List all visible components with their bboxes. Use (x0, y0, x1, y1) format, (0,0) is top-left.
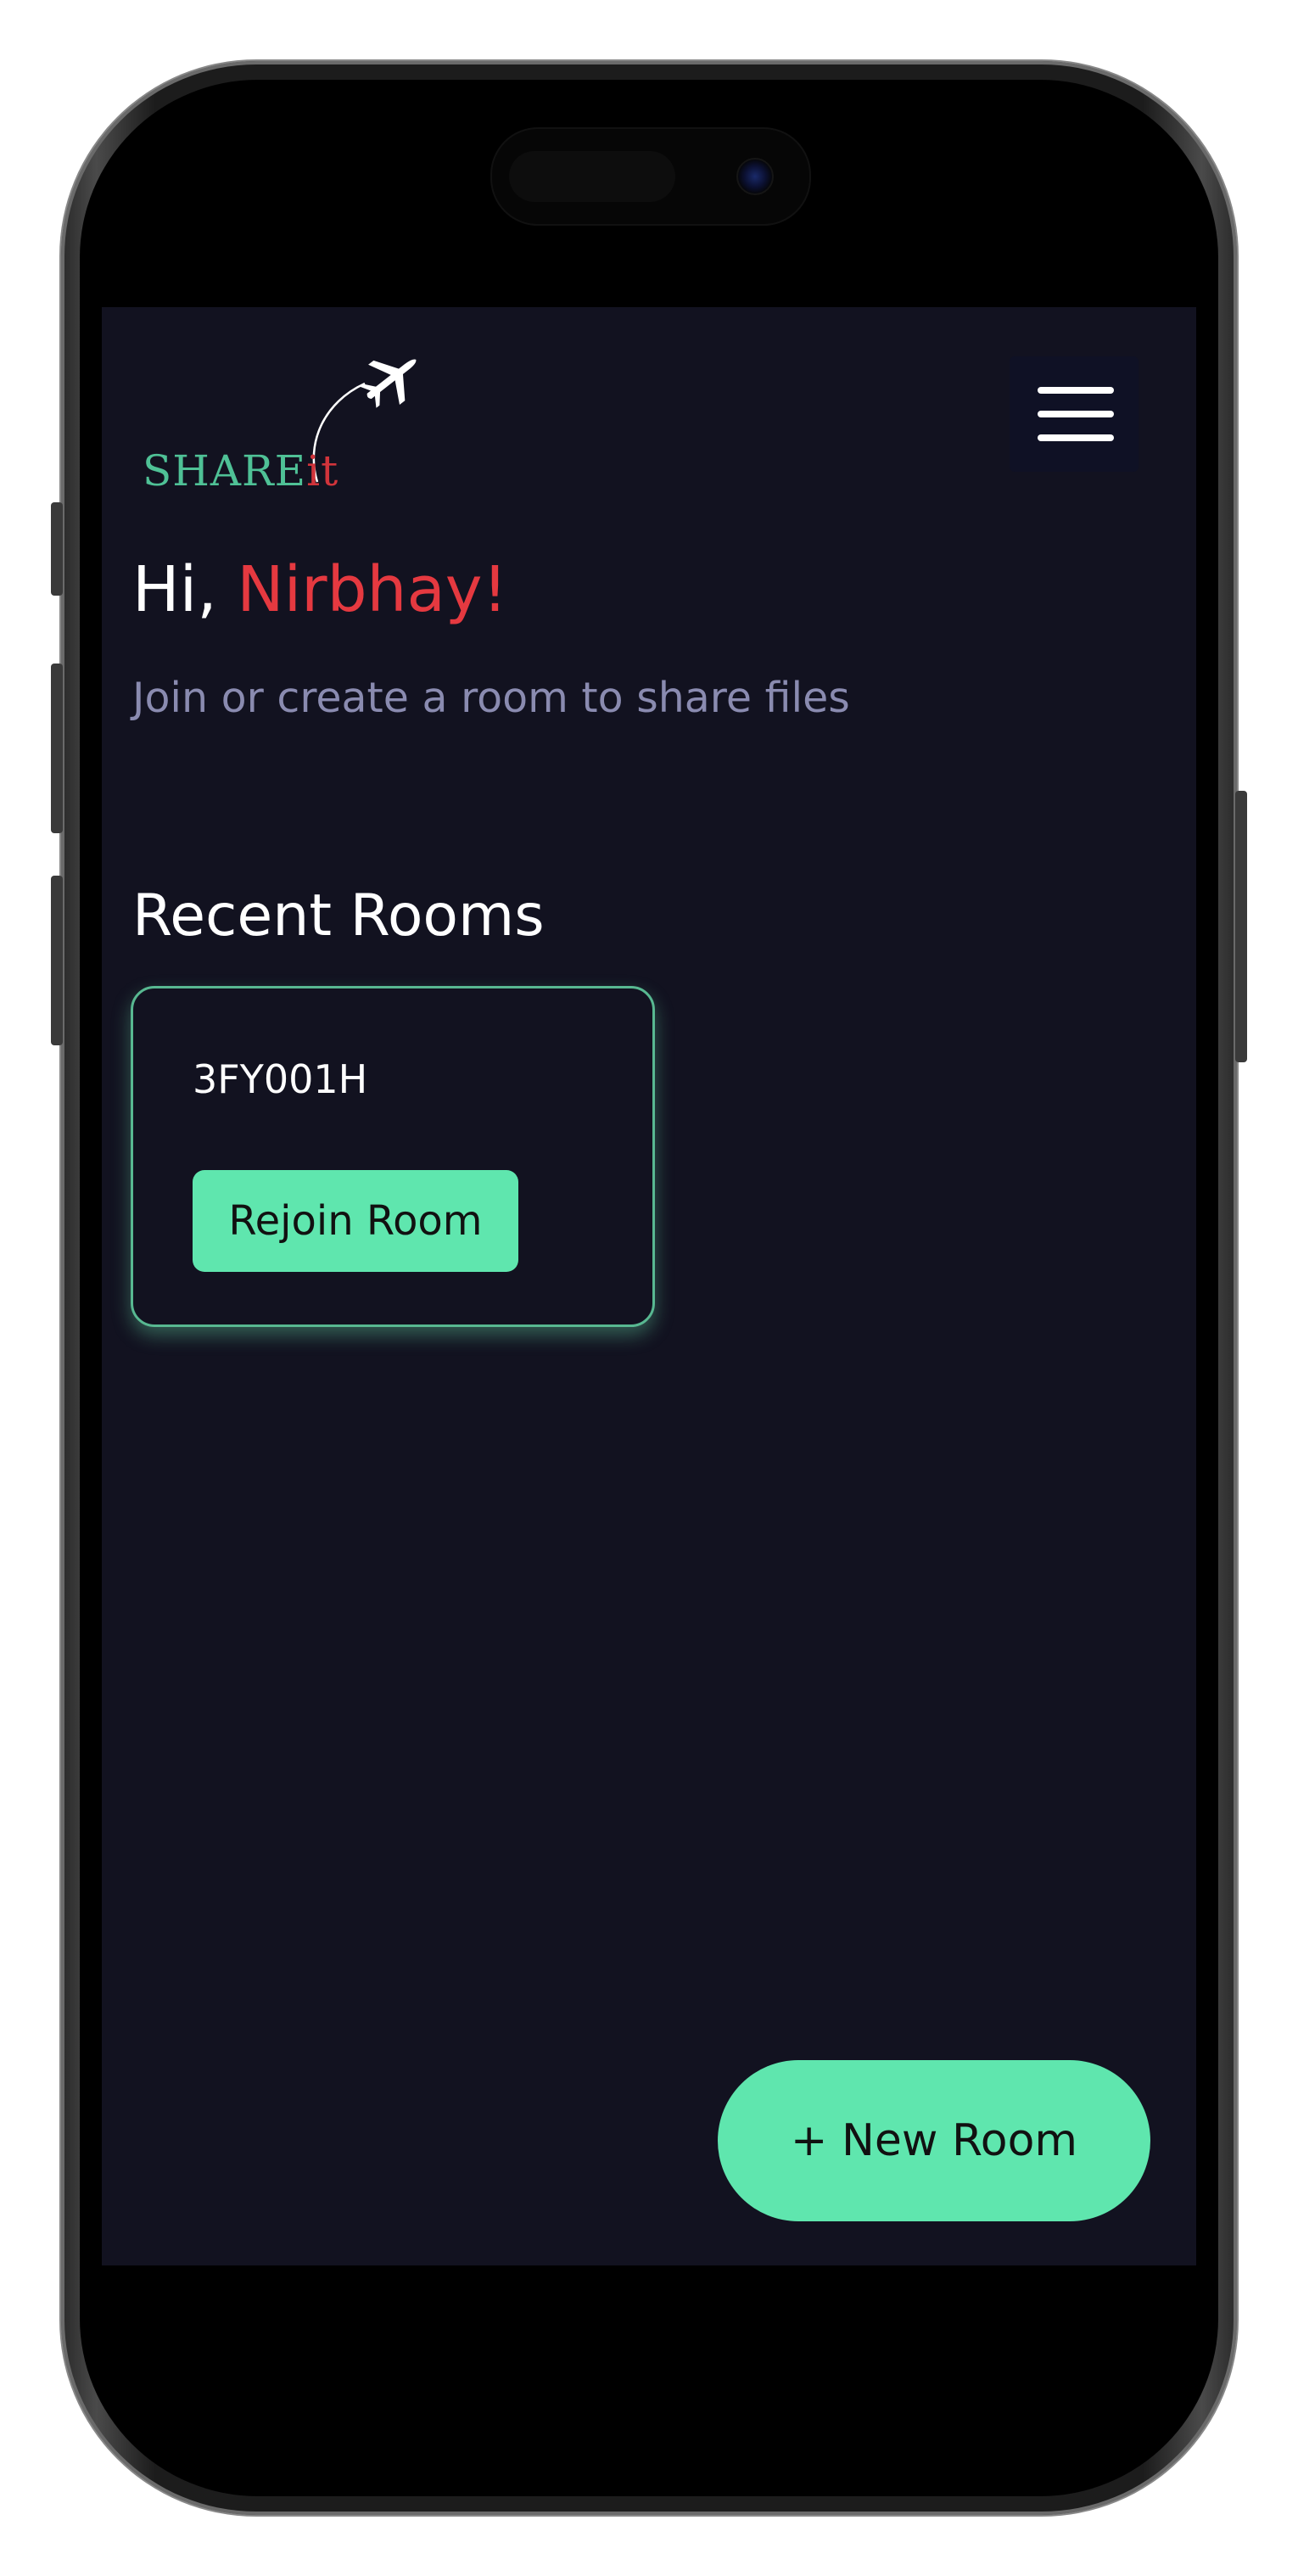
app-logo[interactable]: SHAREit (137, 350, 451, 502)
greeting-prefix: Hi, (132, 553, 238, 626)
logo-text-main: SHARE (143, 446, 307, 496)
greeting-subtitle: Join or create a room to share files (132, 674, 850, 722)
dynamic-island (490, 127, 811, 226)
new-room-button[interactable]: + New Room (718, 2060, 1150, 2221)
rejoin-room-button[interactable]: Rejoin Room (193, 1170, 518, 1272)
volume-down-button (51, 876, 63, 1045)
recent-rooms-title: Recent Rooms (132, 882, 545, 949)
logo-text: SHAREit (143, 446, 338, 496)
user-name: Nirbhay! (237, 553, 508, 626)
room-code: 3FY001H (193, 1056, 368, 1102)
logo-text-accent: it (306, 446, 339, 496)
island-sensor (509, 151, 675, 202)
camera-icon (736, 158, 774, 195)
app-screen: SHAREit Hi, Nirbhay! Join or create a ro… (102, 307, 1196, 2265)
action-button (51, 502, 63, 596)
hamburger-menu-button[interactable] (1010, 356, 1139, 472)
volume-up-button (51, 664, 63, 833)
greeting-heading: Hi, Nirbhay! (132, 553, 507, 626)
room-card: 3FY001H Rejoin Room (131, 986, 655, 1327)
power-button (1235, 791, 1247, 1062)
